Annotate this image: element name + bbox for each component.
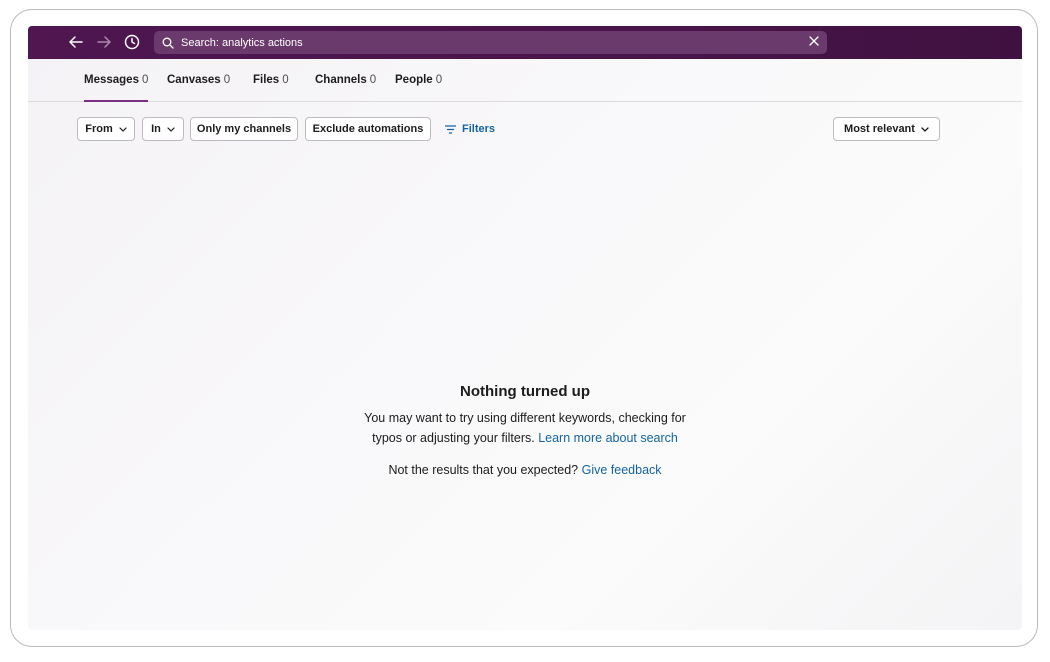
feedback-prompt: Not the results that you expected? [388, 463, 579, 477]
result-type-tabs: Messages 0 Canvases 0 Files 0 Channels 0 Peo… [28, 59, 1022, 102]
learn-more-about-search-link[interactable]: Learn more about search [538, 431, 678, 445]
search-input[interactable]: Search: analytics actions [154, 31, 827, 54]
close-icon [809, 33, 819, 51]
history-button[interactable] [122, 32, 142, 52]
filter-lines-icon [445, 124, 456, 134]
chevron-down-icon [921, 126, 929, 132]
tab-label: Canvases [167, 74, 221, 86]
chevron-down-icon [119, 126, 127, 132]
history-clock-icon [124, 34, 140, 50]
empty-state-message: You may want to try using different keyw… [28, 408, 1022, 448]
tab-messages[interactable]: Messages 0 [84, 59, 149, 102]
exclude-automations-label: Exclude automations [312, 123, 424, 135]
tab-label: Messages [84, 74, 139, 86]
forward-button[interactable] [94, 32, 114, 52]
in-filter-label: In [151, 123, 161, 135]
back-button[interactable] [66, 32, 86, 52]
empty-state: Nothing turned up You may want to try us… [28, 381, 1022, 480]
back-arrow-icon [69, 36, 83, 48]
search-results-view: Search: analytics actions Messages 0 Canv… [28, 26, 1022, 630]
tab-files[interactable]: Files 0 [253, 59, 289, 102]
chevron-down-icon [167, 126, 175, 132]
tab-people[interactable]: People 0 [395, 59, 442, 102]
tab-count: 0 [369, 74, 377, 86]
in-filter-dropdown[interactable]: In [142, 117, 184, 141]
empty-state-title: Nothing turned up [460, 383, 590, 400]
only-my-channels-button[interactable]: Only my channels [190, 117, 298, 141]
tab-channels[interactable]: Channels 0 [315, 59, 376, 102]
sort-dropdown[interactable]: Most relevant [833, 117, 940, 141]
empty-state-message-line1: You may want to try using different keyw… [364, 411, 686, 425]
empty-state-message-line2: typos or adjusting your filters. [372, 431, 535, 445]
filters-button[interactable]: Filters [445, 117, 495, 141]
feedback-line: Not the results that you expected? Give … [28, 460, 1022, 480]
tab-label: Files [253, 74, 280, 86]
top-bar: Search: analytics actions [28, 26, 1022, 59]
clear-search-button[interactable] [807, 35, 821, 49]
filter-bar: From In Only my channels Exclude automat… [28, 117, 1022, 141]
tab-label: Channels [315, 74, 367, 86]
search-icon [162, 37, 174, 49]
tab-label: People [395, 74, 433, 86]
tab-count: 0 [223, 74, 231, 86]
tab-count: 0 [435, 74, 443, 86]
tab-count: 0 [282, 74, 289, 86]
only-my-channels-label: Only my channels [196, 123, 292, 135]
tab-count: 0 [141, 74, 149, 86]
filters-link-label: Filters [462, 123, 496, 135]
from-filter-label: From [85, 123, 113, 135]
sort-label: Most relevant [844, 123, 915, 135]
give-feedback-link[interactable]: Give feedback [582, 463, 662, 477]
search-query-text: Search: analytics actions [181, 36, 303, 49]
from-filter-dropdown[interactable]: From [77, 117, 135, 141]
forward-arrow-icon [97, 36, 111, 48]
tab-canvases[interactable]: Canvases 0 [167, 59, 230, 102]
exclude-automations-button[interactable]: Exclude automations [305, 117, 431, 141]
